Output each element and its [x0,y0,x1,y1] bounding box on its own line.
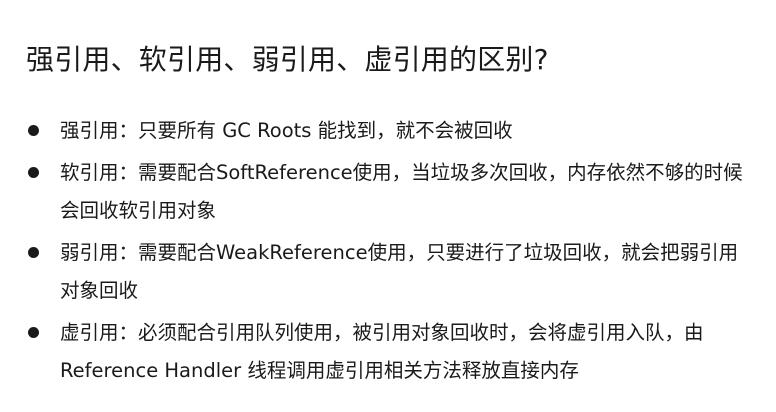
bullet-soft-reference: 软引用：需要配合SoftReference使用，当垃圾多次回收，内存依然不够的时… [26,154,756,230]
bullet-dot-icon [28,327,39,338]
bullet-phantom-reference: 虚引用：必须配合引用队列使用，被引用对象回收时，会将虚引用入队，由 Refere… [26,314,756,390]
bullet-text: 强引用：只要所有 GC Roots 能找到，就不会被回收 [60,119,513,142]
bullet-strong-reference: 强引用：只要所有 GC Roots 能找到，就不会被回收 [26,112,756,150]
slide-title: 强引用、软引用、弱引用、虚引用的区别? [26,43,549,76]
bullet-text: 软引用：需要配合SoftReference使用，当垃圾多次回收，内存依然不够的时… [60,161,743,222]
bullet-dot-icon [28,167,39,178]
bullet-list: 强引用：只要所有 GC Roots 能找到，就不会被回收 软引用：需要配合Sof… [26,112,756,394]
bullet-dot-icon [28,247,39,258]
bullet-dot-icon [28,125,39,136]
bullet-text: 虚引用：必须配合引用队列使用，被引用对象回收时，会将虚引用入队，由 Refere… [60,321,704,382]
bullet-weak-reference: 弱引用：需要配合WeakReference使用，只要进行了垃圾回收，就会把弱引用… [26,234,756,310]
bullet-text: 弱引用：需要配合WeakReference使用，只要进行了垃圾回收，就会把弱引用… [60,241,739,302]
slide: 强引用、软引用、弱引用、虚引用的区别? 强引用：只要所有 GC Roots 能找… [0,0,776,412]
